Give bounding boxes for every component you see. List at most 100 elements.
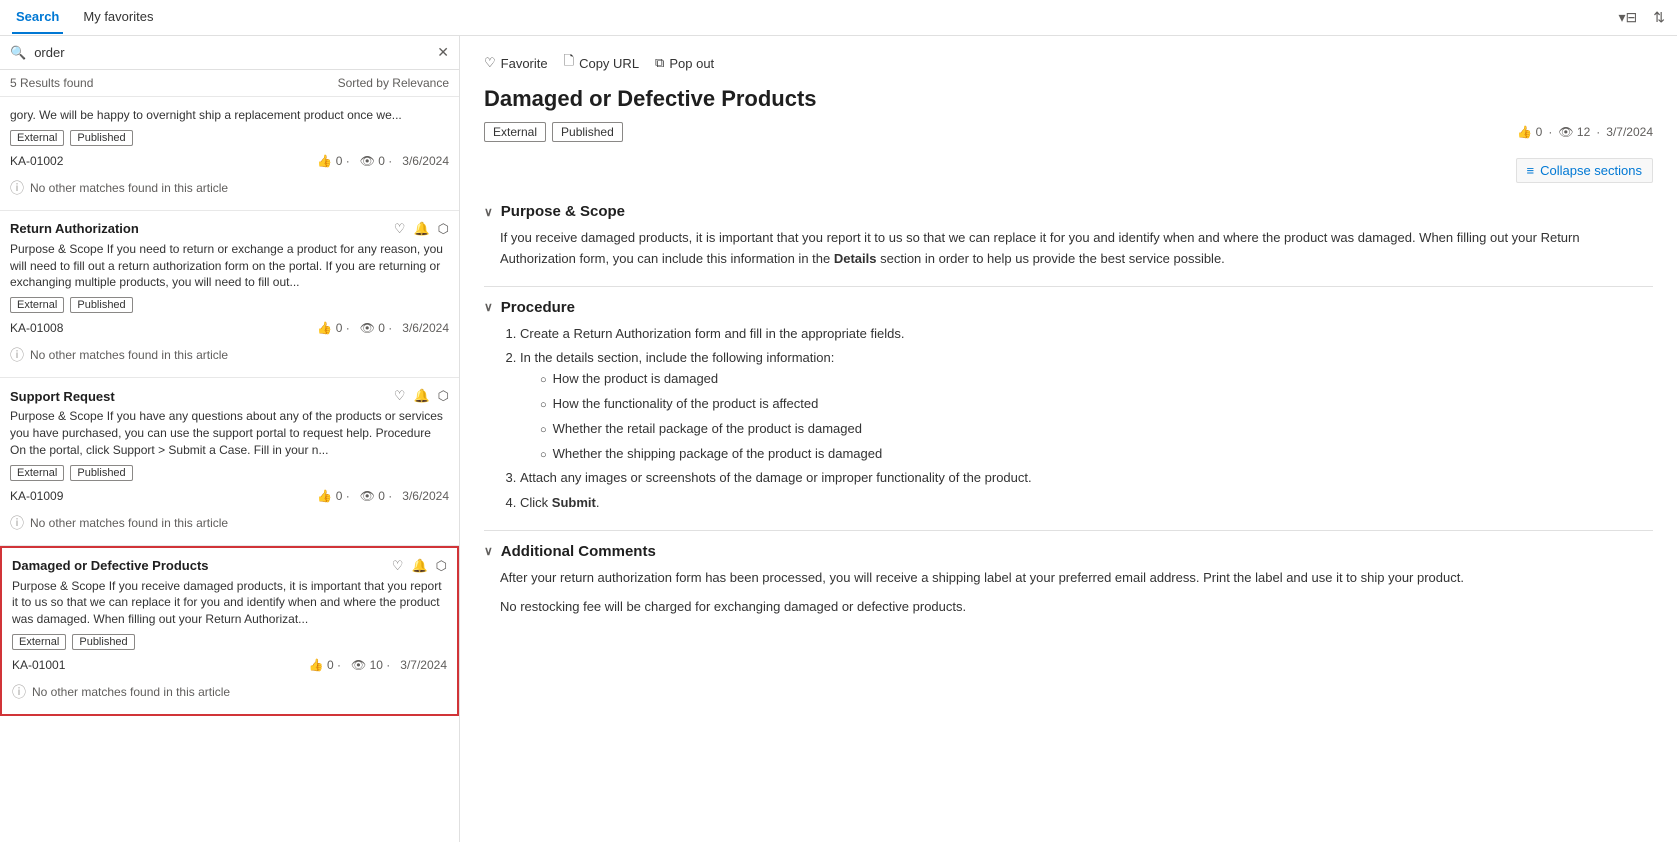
article-views: 👁 12 <box>1558 125 1590 139</box>
no-match: ⓘ No other matches found in this article <box>12 676 447 710</box>
results-count: 5 Results found <box>10 76 93 90</box>
tag-external: External <box>12 634 66 650</box>
no-match-text: No other matches found in this article <box>30 181 228 195</box>
date: 3/6/2024 <box>402 154 449 168</box>
result-meta: KA-01009 👍 0 · 👁 0 · 3/6/2024 <box>10 485 449 507</box>
list-item[interactable]: Support Request ♡ 🔔 ⬡ Purpose & Scope If… <box>0 378 459 545</box>
external-link-icon[interactable]: ⬡ <box>438 221 449 237</box>
section-divider <box>484 530 1653 531</box>
ka-id: KA-01002 <box>10 154 63 168</box>
share-icon[interactable]: 🔔 <box>413 221 429 237</box>
info-icon: ⓘ <box>12 682 26 702</box>
left-panel: 🔍 ✕ 5 Results found Sorted by Relevance … <box>0 36 460 842</box>
external-link-icon[interactable]: ⬡ <box>436 558 447 574</box>
likes-count: 👍 0 · <box>317 154 349 168</box>
section-additional-comments: ∨ Additional Comments After your return … <box>484 543 1653 618</box>
section-divider <box>484 286 1653 287</box>
no-match-text: No other matches found in this article <box>30 348 228 362</box>
result-meta: KA-01001 👍 0 · 👁 10 · 3/7/2024 <box>12 654 447 676</box>
result-meta: KA-01002 👍 0 · 👁 0 · 3/6/2024 <box>10 150 449 172</box>
article-stats: 👍 0 · 👁 12 · 3/7/2024 <box>1517 125 1653 139</box>
result-tags: External Published <box>10 297 449 313</box>
views-count: 👁 0 · <box>360 489 393 503</box>
ka-id: KA-01001 <box>12 658 65 672</box>
pop-out-button[interactable]: ⧉ Pop out <box>655 55 714 71</box>
meta-counts: 👍 0 · 👁 0 · 3/6/2024 <box>317 489 449 503</box>
chevron-down-icon: ∨ <box>484 205 493 219</box>
section-procedure-header[interactable]: ∨ Procedure <box>484 299 1653 316</box>
section-additional-comments-header[interactable]: ∨ Additional Comments <box>484 543 1653 560</box>
tab-search[interactable]: Search <box>12 1 63 34</box>
procedure-step-3: Attach any images or screenshots of the … <box>520 468 1653 489</box>
chevron-down-icon: ∨ <box>484 300 493 314</box>
result-excerpt: Purpose & Scope If you receive damaged p… <box>12 578 447 628</box>
no-match-text: No other matches found in this article <box>32 685 230 699</box>
result-meta: KA-01008 👍 0 · 👁 0 · 3/6/2024 <box>10 317 449 339</box>
section-procedure-content: Create a Return Authorization form and f… <box>484 324 1653 514</box>
article-date: 3/7/2024 <box>1606 125 1653 139</box>
section-title: Purpose & Scope <box>501 203 625 220</box>
list-item-selected[interactable]: Damaged or Defective Products ♡ 🔔 ⬡ Purp… <box>0 546 459 716</box>
result-title: Damaged or Defective Products <box>12 558 209 573</box>
views-count: 👁 10 · <box>351 658 390 672</box>
comment-2: No restocking fee will be charged for ex… <box>500 597 1653 618</box>
tag-published: Published <box>72 634 134 650</box>
tag-published: Published <box>70 465 132 481</box>
result-action-icons[interactable]: ♡ 🔔 ⬡ <box>392 558 447 574</box>
meta-counts: 👍 0 · 👁 0 · 3/6/2024 <box>317 321 449 335</box>
main-layout: 🔍 ✕ 5 Results found Sorted by Relevance … <box>0 36 1677 842</box>
date: 3/7/2024 <box>400 658 447 672</box>
date: 3/6/2024 <box>402 321 449 335</box>
procedure-step-2: In the details section, include the foll… <box>520 348 1653 464</box>
article-actions: ♡ Favorite 🗋 Copy URL ⧉ Pop out <box>484 52 1653 74</box>
sort-icon[interactable]: ⇅ <box>1653 9 1665 26</box>
article-meta-row: External Published 👍 0 · 👁 12 · 3/7/2024 <box>484 122 1653 142</box>
procedure-list: Create a Return Authorization form and f… <box>500 324 1653 514</box>
list-item[interactable]: gory. We will be happy to overnight ship… <box>0 97 459 211</box>
purpose-text: If you receive damaged products, it is i… <box>500 228 1653 270</box>
meta-counts: 👍 0 · 👁 10 · 3/7/2024 <box>309 658 447 672</box>
substep-4: Whether the shipping package of the prod… <box>540 444 1653 465</box>
article-tag-external: External <box>484 122 546 142</box>
result-title: Return Authorization <box>10 221 139 236</box>
favorite-icon[interactable]: ♡ <box>392 558 404 574</box>
result-tags: External Published <box>12 634 447 650</box>
section-purpose-scope-header[interactable]: ∨ Purpose & Scope <box>484 203 1653 220</box>
tag-external: External <box>10 465 64 481</box>
procedure-step-4: Click Submit. <box>520 493 1653 514</box>
share-icon[interactable]: 🔔 <box>413 388 429 404</box>
share-icon[interactable]: 🔔 <box>411 558 427 574</box>
likes-count: 👍 0 · <box>309 658 341 672</box>
search-bar: 🔍 ✕ <box>0 36 459 70</box>
filter-icon[interactable]: ▾⊟ <box>1619 9 1638 26</box>
result-header: Return Authorization ♡ 🔔 ⬡ <box>10 221 449 237</box>
tag-external: External <box>10 297 64 313</box>
search-clear-icon[interactable]: ✕ <box>437 44 449 61</box>
info-icon: ⓘ <box>10 513 24 533</box>
favorite-icon[interactable]: ♡ <box>394 221 406 237</box>
likes-count: 👍 0 · <box>317 321 349 335</box>
article-tags: External Published <box>484 122 623 142</box>
no-match: ⓘ No other matches found in this article <box>10 172 449 206</box>
list-item[interactable]: Return Authorization ♡ 🔔 ⬡ Purpose & Sco… <box>0 211 459 378</box>
article-likes: 👍 0 <box>1517 125 1542 139</box>
section-additional-comments-content: After your return authorization form has… <box>484 568 1653 618</box>
copy-icon: 🗋 <box>564 52 574 74</box>
no-match: ⓘ No other matches found in this article <box>10 339 449 373</box>
right-panel: ♡ Favorite 🗋 Copy URL ⧉ Pop out Damaged … <box>460 36 1677 842</box>
copy-url-button[interactable]: 🗋 Copy URL <box>564 52 639 74</box>
section-title: Additional Comments <box>501 543 656 560</box>
procedure-step-1: Create a Return Authorization form and f… <box>520 324 1653 345</box>
result-action-icons[interactable]: ♡ 🔔 ⬡ <box>394 221 449 237</box>
info-icon: ⓘ <box>10 178 24 198</box>
search-input[interactable] <box>34 45 429 60</box>
result-action-icons[interactable]: ♡ 🔔 ⬡ <box>394 388 449 404</box>
views-count: 👁 0 · <box>360 321 393 335</box>
favorite-icon[interactable]: ♡ <box>394 388 406 404</box>
external-link-icon[interactable]: ⬡ <box>438 388 449 404</box>
comment-1: After your return authorization form has… <box>500 568 1653 589</box>
collapse-sections-button[interactable]: ≡ Collapse sections <box>1516 158 1653 183</box>
favorite-button[interactable]: ♡ Favorite <box>484 55 548 71</box>
substep-2: How the functionality of the product is … <box>540 394 1653 415</box>
tab-favorites[interactable]: My favorites <box>79 1 157 34</box>
